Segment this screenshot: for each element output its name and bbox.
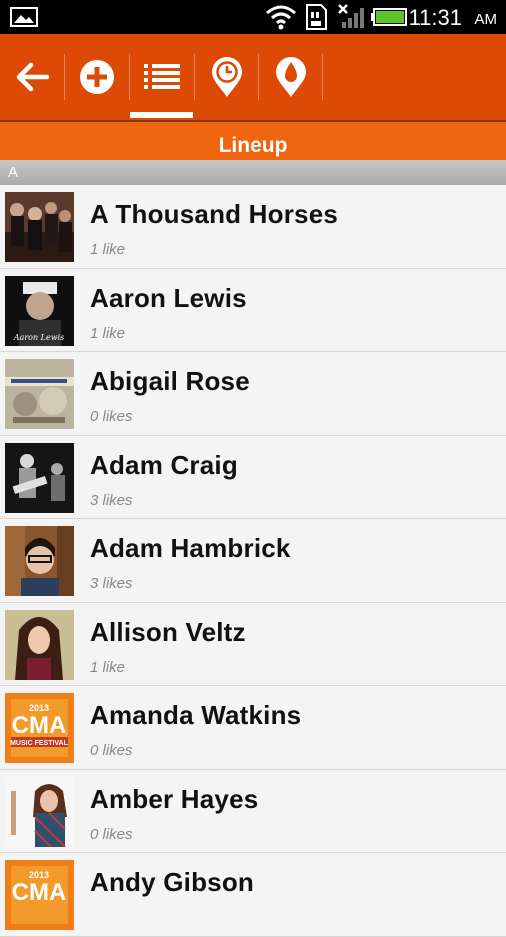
water-tab[interactable] — [259, 34, 323, 120]
clock-pin-icon — [212, 57, 242, 97]
thumb-caption: Aaron Lewis — [13, 333, 64, 342]
section-letter: A — [8, 164, 19, 181]
artist-thumbnail — [5, 776, 74, 847]
artist-thumbnail — [5, 442, 74, 513]
section-header: A — [0, 160, 506, 185]
battery-icon — [371, 8, 407, 26]
artist-likes: 1 like — [90, 241, 126, 258]
artist-likes: 3 likes — [90, 575, 133, 592]
artist-likes: 0 likes — [90, 825, 133, 843]
artist-name: Adam Hambrick — [90, 533, 291, 563]
clock-time: 11:31 — [408, 5, 462, 30]
artist-thumbnail — [5, 192, 74, 262]
title-bar: Lineup — [0, 120, 506, 160]
artist-likes: 1 like — [90, 324, 126, 342]
artist-name: Adam Craig — [90, 449, 238, 480]
artist-likes: 0 likes — [90, 742, 133, 759]
artist-name: Amanda Watkins — [90, 700, 302, 730]
artist-name: Aaron Lewis — [90, 282, 247, 313]
list-item[interactable]: 2013 CMA Andy Gibson — [0, 853, 506, 937]
status-bar: 11:31 AM — [0, 0, 506, 34]
action-bar — [0, 34, 506, 120]
list-item[interactable]: 2013 CMA MUSIC FESTIVAL Amanda Watkins 0… — [0, 686, 506, 770]
schedule-tab[interactable] — [195, 34, 259, 120]
artist-likes: 3 likes — [90, 491, 133, 509]
artist-thumbnail: Aaron Lewis — [5, 275, 74, 346]
drop-pin-icon — [276, 57, 306, 97]
artist-thumbnail — [5, 609, 74, 680]
clock-ampm: AM — [474, 11, 498, 28]
artist-thumbnail — [5, 526, 74, 596]
artist-name: Andy Gibson — [90, 867, 254, 897]
cma-logo-thumbnail: 2013 CMA MUSIC FESTIVAL — [5, 693, 74, 763]
artist-likes: 1 like — [90, 658, 126, 676]
back-button[interactable] — [0, 34, 64, 120]
artist-name: A Thousand Horses — [90, 199, 339, 229]
cma-logo-thumbnail: 2013 CMA — [5, 860, 74, 930]
list-item[interactable]: Amber Hayes 0 likes — [0, 769, 506, 853]
page-title: Lineup — [218, 134, 288, 157]
arrow-left-icon — [16, 62, 49, 92]
sd-card-icon — [306, 4, 327, 30]
artist-thumbnail — [5, 359, 74, 429]
cma-letters: CMA — [12, 712, 67, 739]
list-item[interactable]: Adam Hambrick 3 likes — [0, 519, 506, 603]
artist-name: Allison Veltz — [90, 616, 246, 647]
no-signal-icon — [338, 4, 364, 28]
artist-name: Abigail Rose — [90, 366, 250, 396]
list-item[interactable]: Aaron Lewis Aaron Lewis 1 like — [0, 268, 506, 352]
list-item[interactable]: Allison Veltz 1 like — [0, 602, 506, 686]
cma-subtitle: MUSIC FESTIVAL — [10, 740, 69, 747]
artist-name: Amber Hayes — [90, 783, 259, 814]
wifi-icon — [266, 5, 296, 30]
cma-letters: CMA — [12, 879, 67, 906]
plus-circle-icon — [80, 60, 114, 94]
photo-icon — [10, 7, 38, 27]
list-item[interactable]: Adam Craig 3 likes — [0, 435, 506, 519]
selected-tab-indicator — [130, 112, 193, 118]
list-item[interactable]: A Thousand Horses 1 like — [0, 185, 506, 269]
lineup-tab[interactable] — [130, 34, 194, 120]
list-icon — [144, 64, 180, 89]
add-button[interactable] — [65, 34, 129, 120]
artist-list[interactable]: A Thousand Horses 1 like Aaron Lewis Aar… — [0, 185, 506, 937]
artist-likes: 0 likes — [90, 408, 133, 425]
list-item[interactable]: Abigail Rose 0 likes — [0, 352, 506, 436]
